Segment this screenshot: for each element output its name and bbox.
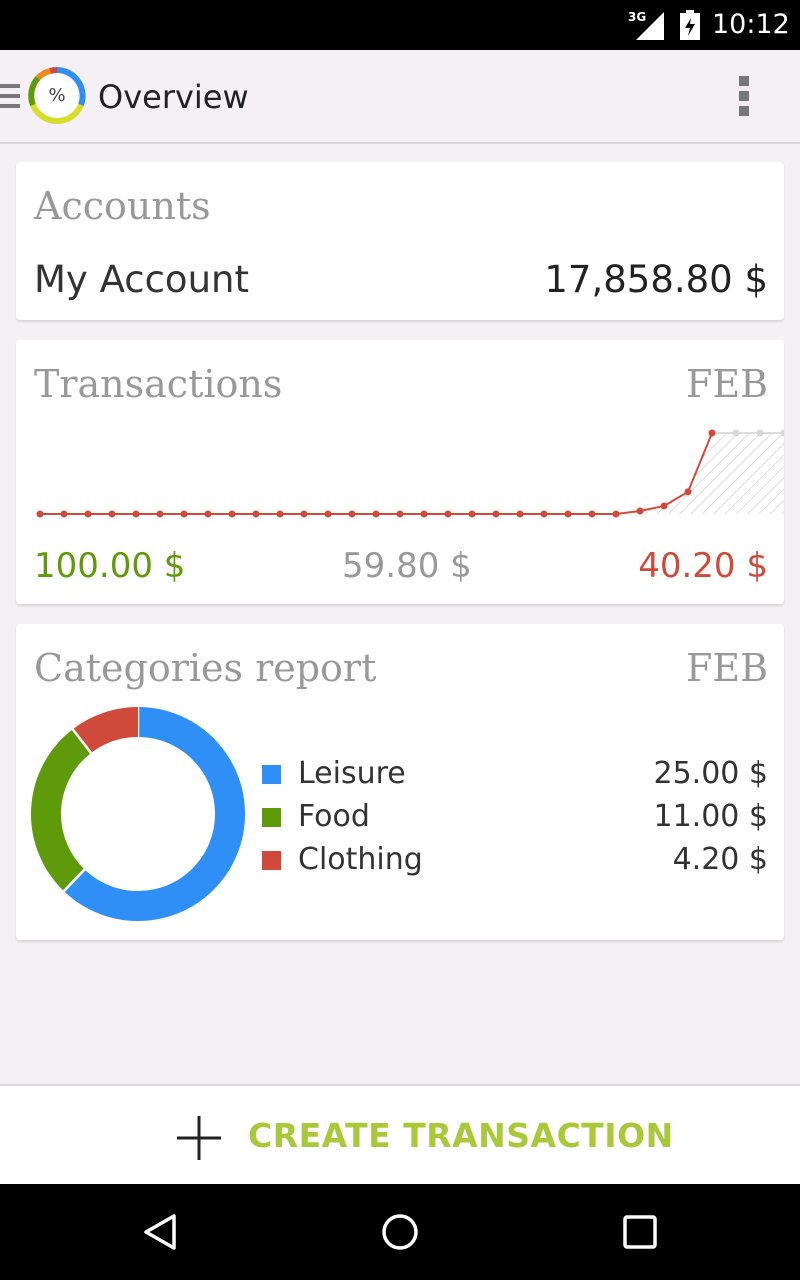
legend-swatch <box>262 851 281 870</box>
navigation-bar <box>0 1184 800 1280</box>
expense-point <box>180 510 188 518</box>
expense-point <box>348 510 356 518</box>
back-icon[interactable] <box>140 1212 180 1252</box>
expense-point <box>324 510 332 518</box>
plus-icon <box>177 1116 221 1160</box>
battery-icon <box>680 10 700 40</box>
accounts-title: Accounts <box>34 184 211 228</box>
expense-point <box>420 510 428 518</box>
legend-item-clothing[interactable]: Clothing 4.20 $ <box>260 838 768 881</box>
app-logo-text: % <box>48 85 66 106</box>
expense-point <box>36 510 44 518</box>
menu-icon[interactable] <box>0 84 20 108</box>
legend-label: Clothing <box>298 842 423 877</box>
expense-point <box>84 510 92 518</box>
transactions-trend-chart <box>36 429 784 518</box>
categories-month: FEB <box>685 646 768 690</box>
expense-point <box>540 510 548 518</box>
expense-point <box>108 510 116 518</box>
income-total: 100.00 $ <box>34 546 186 586</box>
categories-legend: Leisure 25.00 $ Food 11.00 $ Clothing 4.… <box>260 752 768 881</box>
expense-point <box>468 510 476 518</box>
expense-point <box>228 510 236 518</box>
expense-point <box>444 510 452 518</box>
expense-point <box>396 510 404 518</box>
expense-point <box>300 510 308 518</box>
expense-point <box>60 510 68 518</box>
expense-point <box>156 510 164 518</box>
projection-point <box>756 429 764 437</box>
expense-point <box>588 510 596 518</box>
categories-title: Categories report <box>34 646 377 690</box>
home-icon[interactable] <box>380 1212 420 1252</box>
app-bar: % Overview <box>0 50 800 144</box>
expense-total: 40.20 $ <box>638 546 768 586</box>
donut-slice-clothing <box>72 707 139 754</box>
status-bar: 3G 10:12 <box>0 0 800 50</box>
expense-point <box>708 429 716 437</box>
create-transaction-label: CREATE TRANSACTION <box>248 1116 674 1155</box>
expense-point <box>564 510 572 518</box>
legend-value: 4.20 $ <box>672 842 768 877</box>
expense-point <box>684 488 692 496</box>
expense-point <box>492 510 500 518</box>
legend-item-leisure[interactable]: Leisure 25.00 $ <box>260 752 768 795</box>
expense-point <box>372 510 380 518</box>
donut-slice-leisure <box>63 707 245 921</box>
accounts-card[interactable]: Accounts My Account 17,858.80 $ <box>16 162 784 320</box>
expense-line <box>40 432 713 515</box>
account-balance: 17,858.80 $ <box>544 258 768 301</box>
categories-card[interactable]: Categories report FEB Leisure 25.00 $ Fo… <box>16 624 784 940</box>
expense-point <box>204 510 212 518</box>
page-title: Overview <box>98 78 249 116</box>
legend-value: 11.00 $ <box>653 799 768 834</box>
projection-point <box>732 429 740 437</box>
more-options-icon[interactable] <box>734 76 754 120</box>
future-projection-area <box>568 433 784 514</box>
expense-point <box>252 510 260 518</box>
create-transaction-button[interactable]: CREATE TRANSACTION <box>0 1084 800 1184</box>
legend-label: Food <box>298 799 370 834</box>
transactions-card[interactable]: Transactions FEB 100.00 $ 59.80 $ 40.20 … <box>16 340 784 604</box>
balance-total: 59.80 $ <box>342 546 472 586</box>
recents-icon[interactable] <box>622 1214 658 1250</box>
signal-icon <box>636 12 664 40</box>
expense-point <box>132 510 140 518</box>
expense-point <box>636 507 644 515</box>
clock: 10:12 <box>712 9 790 40</box>
expense-point <box>612 510 620 518</box>
legend-value: 25.00 $ <box>653 756 768 791</box>
legend-item-food[interactable]: Food 11.00 $ <box>260 795 768 838</box>
donut-slice-food <box>31 729 92 892</box>
expense-point <box>660 502 668 510</box>
legend-swatch <box>262 765 281 784</box>
expense-point <box>276 510 284 518</box>
legend-label: Leisure <box>298 756 406 791</box>
expense-point <box>516 510 524 518</box>
account-name: My Account <box>34 258 249 301</box>
legend-swatch <box>262 808 281 827</box>
categories-donut-chart <box>31 706 245 921</box>
